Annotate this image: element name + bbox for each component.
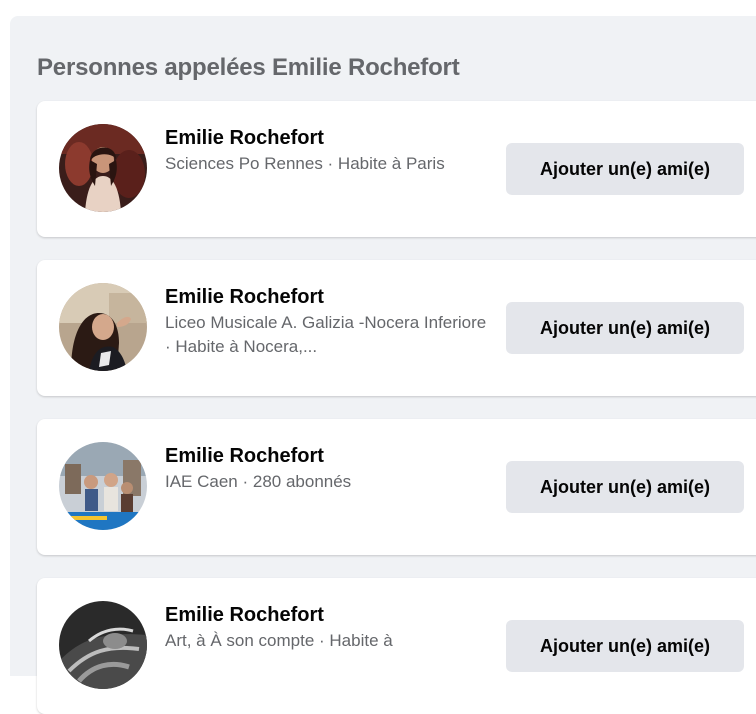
person-name[interactable]: Emilie Rochefort bbox=[165, 443, 495, 469]
profile-photo bbox=[59, 601, 147, 689]
profile-avatar[interactable] bbox=[59, 601, 147, 689]
profile-avatar[interactable] bbox=[59, 442, 147, 530]
person-name[interactable]: Emilie Rochefort bbox=[165, 284, 495, 310]
person-name[interactable]: Emilie Rochefort bbox=[165, 125, 495, 151]
add-friend-button[interactable]: Ajouter un(e) ami(e) bbox=[506, 461, 744, 513]
add-friend-button[interactable]: Ajouter un(e) ami(e) bbox=[506, 302, 744, 354]
person-details: Liceo Musicale A. Galizia -Nocera Inferi… bbox=[165, 313, 487, 356]
person-details: IAE Caen · 280 abonnés bbox=[165, 472, 352, 491]
profile-avatar[interactable] bbox=[59, 283, 147, 371]
person-name[interactable]: Emilie Rochefort bbox=[165, 602, 495, 628]
profile-photo bbox=[59, 124, 147, 212]
person-result-card: Emilie Rochefort Art, à À son compte · H… bbox=[37, 578, 756, 714]
profile-avatar[interactable] bbox=[59, 124, 147, 212]
profile-photo bbox=[59, 442, 147, 530]
profile-photo bbox=[59, 283, 147, 371]
person-details: Sciences Po Rennes · Habite à Paris bbox=[165, 154, 445, 173]
add-friend-button[interactable]: Ajouter un(e) ami(e) bbox=[506, 143, 744, 195]
person-result-card: Emilie Rochefort Liceo Musicale A. Galiz… bbox=[37, 260, 756, 396]
section-title: Personnes appelées Emilie Rochefort bbox=[37, 54, 460, 81]
person-result-card: Emilie Rochefort Sciences Po Rennes · Ha… bbox=[37, 101, 756, 237]
add-friend-button[interactable]: Ajouter un(e) ami(e) bbox=[506, 620, 744, 672]
person-result-card: Emilie Rochefort IAE Caen · 280 abonnés … bbox=[37, 419, 756, 555]
person-details: Art, à À son compte · Habite à bbox=[165, 631, 393, 650]
